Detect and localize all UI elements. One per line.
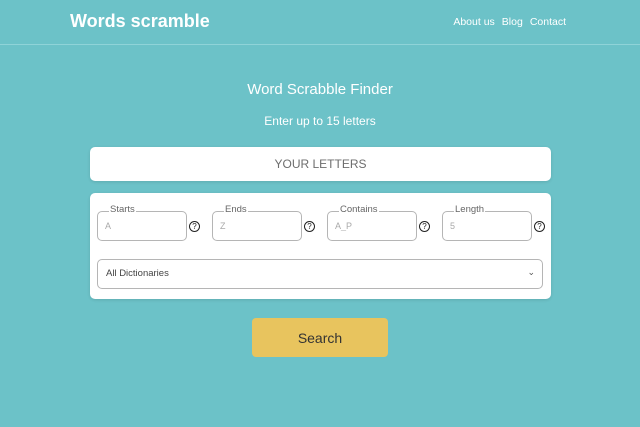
- nav-contact[interactable]: Contact: [530, 16, 566, 28]
- main-nav: About us Blog Contact: [453, 16, 566, 28]
- top-navbar: Words scramble About us Blog Contact: [0, 0, 640, 45]
- nav-blog[interactable]: Blog: [502, 16, 523, 28]
- starts-input[interactable]: [97, 211, 187, 241]
- length-field: Length: [442, 204, 532, 241]
- dictionary-select[interactable]: All Dictionaries ⌄: [97, 259, 543, 289]
- filters-panel: Starts ? Ends ? Contains ? Length ? All …: [90, 193, 551, 299]
- contains-field: Contains: [327, 204, 417, 241]
- ends-field: Ends: [212, 204, 302, 241]
- length-input[interactable]: [442, 211, 532, 241]
- chevron-down-icon: ⌄: [527, 267, 535, 277]
- starts-label: Starts: [109, 204, 136, 215]
- nav-about-us[interactable]: About us: [453, 16, 494, 28]
- contains-input[interactable]: [327, 211, 417, 241]
- starts-field: Starts: [97, 204, 187, 241]
- contains-label: Contains: [339, 204, 379, 215]
- dictionary-selected-value: All Dictionaries: [106, 268, 169, 279]
- starts-help-icon[interactable]: ?: [189, 221, 200, 232]
- page-title: Word Scrabble Finder: [247, 81, 393, 98]
- ends-help-icon[interactable]: ?: [304, 221, 315, 232]
- ends-label: Ends: [224, 204, 248, 215]
- page-subtitle: Enter up to 15 letters: [264, 114, 376, 128]
- contains-help-icon[interactable]: ?: [419, 221, 430, 232]
- search-button[interactable]: Search: [252, 318, 388, 357]
- site-logo[interactable]: Words scramble: [70, 11, 210, 32]
- length-help-icon[interactable]: ?: [534, 221, 545, 232]
- length-label: Length: [454, 204, 486, 215]
- letters-input[interactable]: [90, 147, 551, 181]
- ends-input[interactable]: [212, 211, 302, 241]
